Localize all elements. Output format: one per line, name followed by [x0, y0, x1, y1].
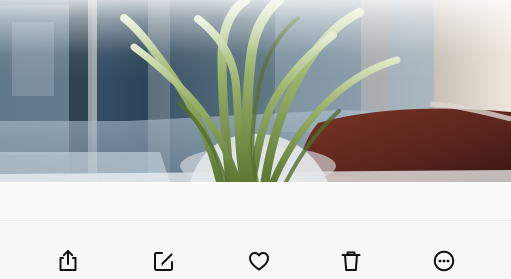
more-options-button[interactable]	[428, 245, 460, 277]
edit-button[interactable]	[147, 245, 179, 277]
photo-viewer-screen	[0, 0, 511, 279]
trash-icon	[341, 251, 361, 271]
delete-button[interactable]	[335, 245, 367, 277]
heart-icon	[249, 252, 269, 271]
photo-caption-area	[0, 182, 511, 220]
edit-icon	[154, 252, 173, 271]
bottom-photo-toolbar	[0, 220, 511, 279]
favorite-button[interactable]	[243, 245, 275, 277]
share-icon	[59, 250, 77, 271]
photo-image	[0, 0, 511, 182]
share-button[interactable]	[52, 245, 84, 277]
plant-photo[interactable]	[0, 0, 511, 182]
more-options-icon	[433, 250, 455, 272]
